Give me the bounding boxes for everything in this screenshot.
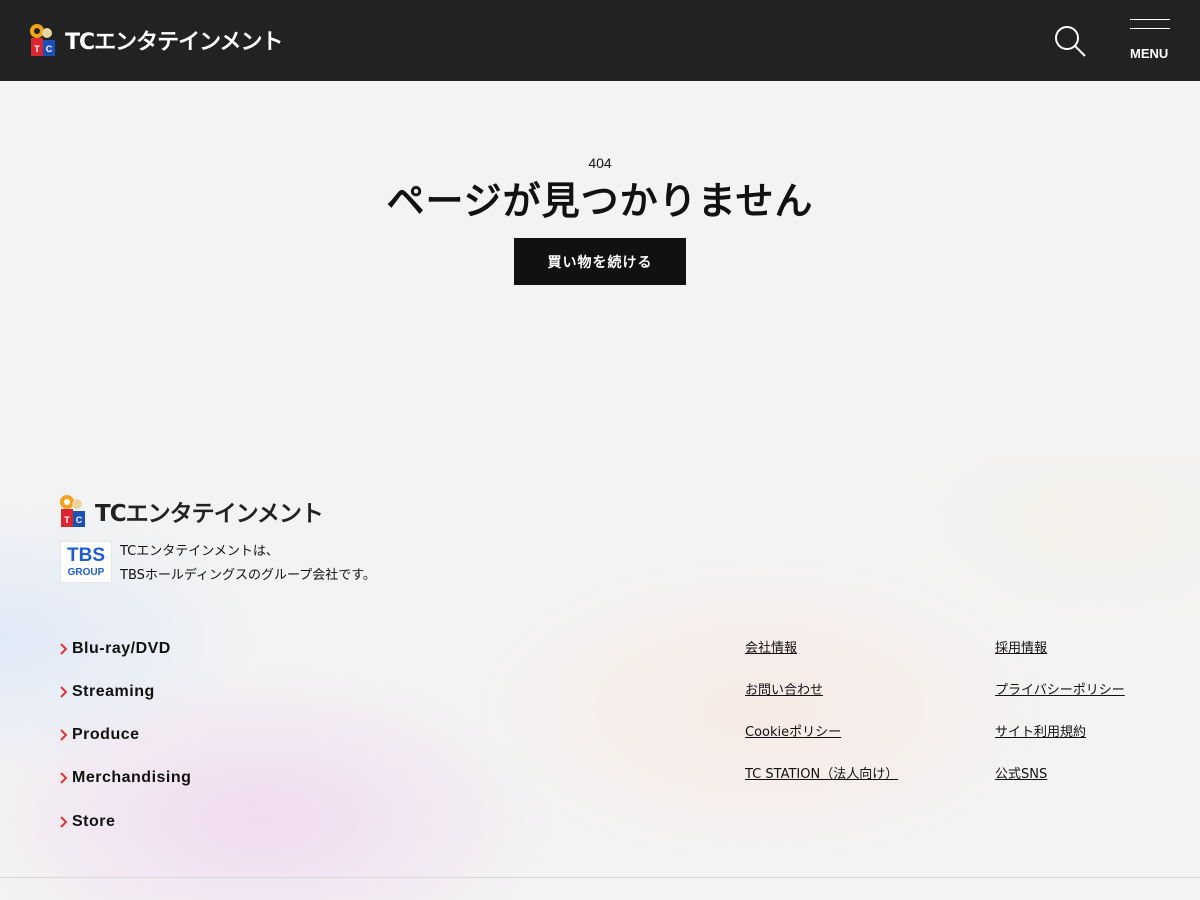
search-button[interactable]: [1053, 24, 1087, 58]
footer-logo-text: TCエンタテインメント: [95, 501, 324, 527]
tbs-group-badge: TBS GROUP: [60, 541, 112, 583]
footer-nav-streaming[interactable]: Streaming: [60, 681, 191, 703]
footer-nav-blu-ray-dvd[interactable]: Blu-ray/DVD: [60, 638, 191, 660]
chevron-right-icon: [60, 767, 72, 789]
link-company-info[interactable]: 会社情報: [745, 639, 898, 659]
footer-nav-label: Blu-ray/DVD: [72, 640, 171, 657]
tbs-group-note: TCエンタテインメントは、 TBSホールディングスのグループ会社です。: [120, 540, 376, 588]
footer-nav-merchandising[interactable]: Merchandising: [60, 767, 191, 789]
footer-nav-label: Store: [72, 813, 116, 830]
tbs-badge-line2: GROUP: [67, 567, 105, 578]
footer-divider: [0, 877, 1200, 878]
page-title: ページが見つかりません: [386, 179, 814, 223]
chevron-right-icon: [60, 724, 72, 746]
tc-logo-mark-icon: T C: [58, 493, 88, 529]
footer-main-nav: Blu-ray/DVD Streaming Produce Merchandis…: [60, 638, 191, 854]
footer-logo[interactable]: T C TCエンタテインメント: [58, 493, 324, 529]
link-recruit[interactable]: 採用情報: [995, 639, 1125, 659]
menu-button[interactable]: MENU: [1128, 19, 1172, 63]
link-contact[interactable]: お問い合わせ: [745, 681, 898, 701]
search-icon: [1055, 26, 1086, 57]
tbs-note-line1: TCエンタテインメントは、: [120, 544, 279, 559]
continue-shopping-button[interactable]: 買い物を続ける: [514, 238, 686, 285]
chevron-right-icon: [60, 811, 72, 833]
link-terms-of-use[interactable]: サイト利用規約: [995, 723, 1125, 743]
svg-text:T: T: [64, 515, 70, 525]
footer-links-column-2: 採用情報 プライバシーポリシー サイト利用規約 公式SNS: [995, 639, 1125, 807]
footer-links-column-1: 会社情報 お問い合わせ Cookieポリシー TC STATION（法人向け）: [745, 639, 898, 807]
header-logo-text: TCエンタテインメント: [65, 30, 283, 55]
menu-label: MENU: [1130, 46, 1169, 61]
site-header: T C TCエンタテインメント MENU: [0, 0, 1200, 81]
footer-nav-store[interactable]: Store: [60, 811, 191, 833]
logo-mark-t: T: [34, 44, 40, 54]
tbs-badge-line1: TBS: [67, 545, 105, 566]
hamburger-menu-icon: [1128, 19, 1172, 29]
footer-nav-label: Produce: [72, 726, 140, 743]
footer-nav-label: Merchandising: [72, 769, 192, 786]
footer-nav-produce[interactable]: Produce: [60, 724, 191, 746]
link-tc-station[interactable]: TC STATION（法人向け）: [745, 765, 898, 785]
chevron-right-icon: [60, 638, 72, 660]
footer-nav-label: Streaming: [72, 683, 155, 700]
chevron-right-icon: [60, 681, 72, 703]
header-logo[interactable]: T C TCエンタテインメント: [28, 22, 283, 58]
logo-mark-c: C: [46, 44, 53, 54]
tc-logo-mark-icon: T C: [28, 22, 58, 58]
error-code: 404: [588, 155, 612, 171]
svg-text:C: C: [76, 515, 83, 525]
tbs-note-line2: TBSホールディングスのグループ会社です。: [120, 568, 376, 583]
site-footer: T C TCエンタテインメント TBS GROUP TCエンタテインメントは、 …: [0, 460, 1200, 900]
link-official-sns[interactable]: 公式SNS: [995, 765, 1125, 785]
link-privacy-policy[interactable]: プライバシーポリシー: [995, 681, 1125, 701]
link-cookie-policy[interactable]: Cookieポリシー: [745, 723, 898, 743]
